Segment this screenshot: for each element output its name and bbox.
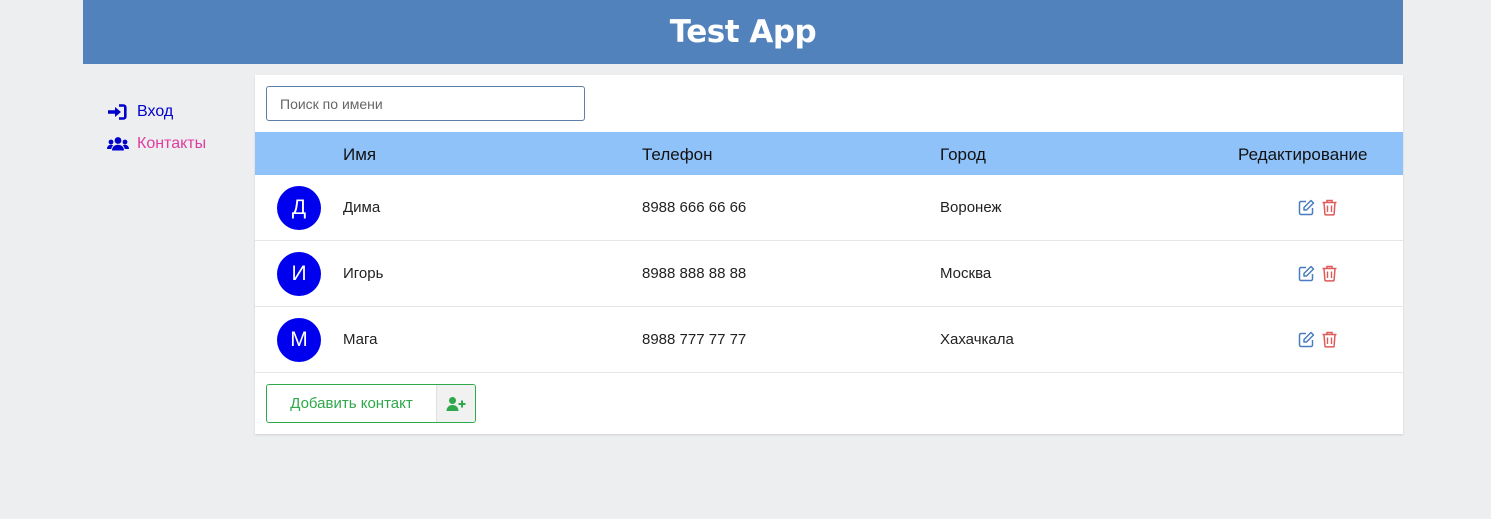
- table-row: Д Дима 8988 666 66 66 Воронеж: [255, 175, 1403, 241]
- column-header-phone: Телефон: [642, 145, 713, 164]
- delete-icon[interactable]: [1321, 265, 1338, 282]
- delete-icon[interactable]: [1321, 331, 1338, 348]
- contact-phone: 8988 666 66 66: [642, 199, 747, 216]
- sidebar: Вход Контакты: [107, 96, 247, 160]
- contacts-panel: Имя Телефон Город Редактирование Д Дима …: [255, 75, 1403, 434]
- sidebar-item-label: Контакты: [137, 135, 207, 152]
- contact-name: Игорь: [343, 265, 384, 282]
- sign-in-icon: [107, 104, 129, 120]
- edit-icon[interactable]: [1298, 265, 1315, 282]
- sidebar-item-login[interactable]: Вход: [107, 96, 247, 128]
- column-header-edit: Редактирование: [1238, 145, 1368, 164]
- add-contact-button[interactable]: Добавить контакт: [266, 384, 476, 423]
- edit-icon[interactable]: [1298, 331, 1315, 348]
- row-actions: [1298, 199, 1338, 216]
- column-header-name: Имя: [343, 145, 377, 164]
- edit-icon[interactable]: [1298, 199, 1315, 216]
- avatar: Д: [277, 186, 321, 230]
- users-icon: [107, 136, 129, 152]
- contact-phone: 8988 777 77 77: [642, 331, 747, 348]
- app-header: Test App: [83, 0, 1403, 64]
- contact-city: Хахачкала: [940, 331, 1014, 348]
- table-row: М Мага 8988 777 77 77 Хахачкала: [255, 307, 1403, 373]
- sidebar-item-contacts[interactable]: Контакты: [107, 128, 247, 160]
- avatar: И: [277, 252, 321, 296]
- contact-city: Воронеж: [940, 199, 1002, 216]
- row-actions: [1298, 331, 1338, 348]
- contact-phone: 8988 888 88 88: [642, 265, 747, 282]
- table-header: Имя Телефон Город Редактирование: [255, 132, 1403, 175]
- app-title: Test App: [669, 14, 817, 50]
- delete-icon[interactable]: [1321, 199, 1338, 216]
- search-input[interactable]: [266, 86, 585, 121]
- user-plus-icon: [436, 385, 475, 422]
- avatar: М: [277, 318, 321, 362]
- contact-city: Москва: [940, 265, 992, 282]
- column-header-city: Город: [940, 145, 986, 164]
- contact-name: Мага: [343, 331, 378, 348]
- sidebar-item-label: Вход: [137, 103, 174, 120]
- add-contact-label: Добавить контакт: [290, 395, 413, 412]
- row-actions: [1298, 265, 1338, 282]
- contact-name: Дима: [343, 199, 381, 216]
- table-row: И Игорь 8988 888 88 88 Москва: [255, 241, 1403, 307]
